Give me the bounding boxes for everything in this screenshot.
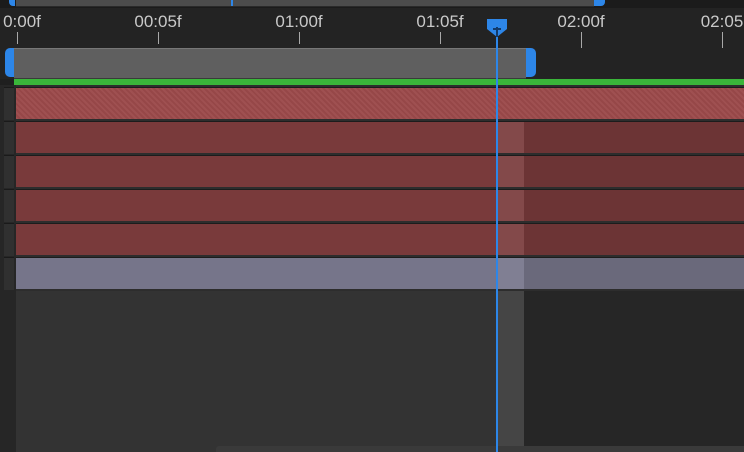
ruler-tick bbox=[440, 32, 441, 44]
current-time-indicator-icon[interactable] bbox=[486, 18, 508, 38]
time-navigator-bar[interactable] bbox=[16, 0, 594, 7]
work-area-bar[interactable] bbox=[14, 48, 526, 79]
ruler-label: 01:05f bbox=[416, 12, 464, 31]
layer-bar-5[interactable] bbox=[16, 223, 744, 255]
gutter-cell bbox=[4, 223, 14, 256]
ruler-label: 02:05 bbox=[700, 12, 744, 31]
layer-tracks bbox=[16, 85, 744, 452]
time-navigator[interactable] bbox=[0, 0, 744, 8]
work-area-start-handle[interactable] bbox=[5, 48, 14, 77]
layer-gutter bbox=[0, 85, 16, 452]
ruler-tick bbox=[299, 32, 300, 44]
ruler-label: 02:00f bbox=[557, 12, 605, 31]
gutter-cell bbox=[4, 121, 14, 154]
work-area-row bbox=[0, 48, 744, 79]
time-navigator-start-handle[interactable] bbox=[9, 0, 15, 6]
gutter-cell bbox=[4, 155, 14, 188]
horizontal-scrollbar[interactable] bbox=[216, 446, 744, 452]
ruler-label: 01:00f bbox=[275, 12, 323, 31]
work-area-end-handle[interactable] bbox=[526, 48, 536, 77]
ruler-tick bbox=[17, 32, 18, 44]
gutter-cell bbox=[4, 189, 14, 222]
ruler-label: 0:00f bbox=[3, 12, 41, 31]
gutter-cell bbox=[4, 257, 14, 290]
layer-bar-3[interactable] bbox=[16, 155, 744, 187]
ruler-label: 00:05f bbox=[134, 12, 182, 31]
layer-bar-4[interactable] bbox=[16, 189, 744, 221]
timeline-panel: 0:00f 00:05f 01:00f 01:05f 02:00f 02:05 bbox=[0, 0, 744, 452]
layer-bar-1[interactable] bbox=[16, 87, 744, 119]
time-navigator-cti-marker bbox=[231, 0, 233, 6]
time-navigator-end-handle[interactable] bbox=[594, 0, 605, 6]
time-ruler[interactable]: 0:00f 00:05f 01:00f 01:05f 02:00f 02:05 bbox=[0, 8, 744, 57]
gutter-cell bbox=[4, 87, 14, 120]
current-time-indicator-line[interactable] bbox=[496, 30, 498, 452]
layer-bar-2[interactable] bbox=[16, 121, 744, 153]
timeline-empty-area[interactable] bbox=[16, 291, 744, 452]
layer-bar-6[interactable] bbox=[16, 257, 744, 289]
ruler-tick bbox=[158, 32, 159, 44]
